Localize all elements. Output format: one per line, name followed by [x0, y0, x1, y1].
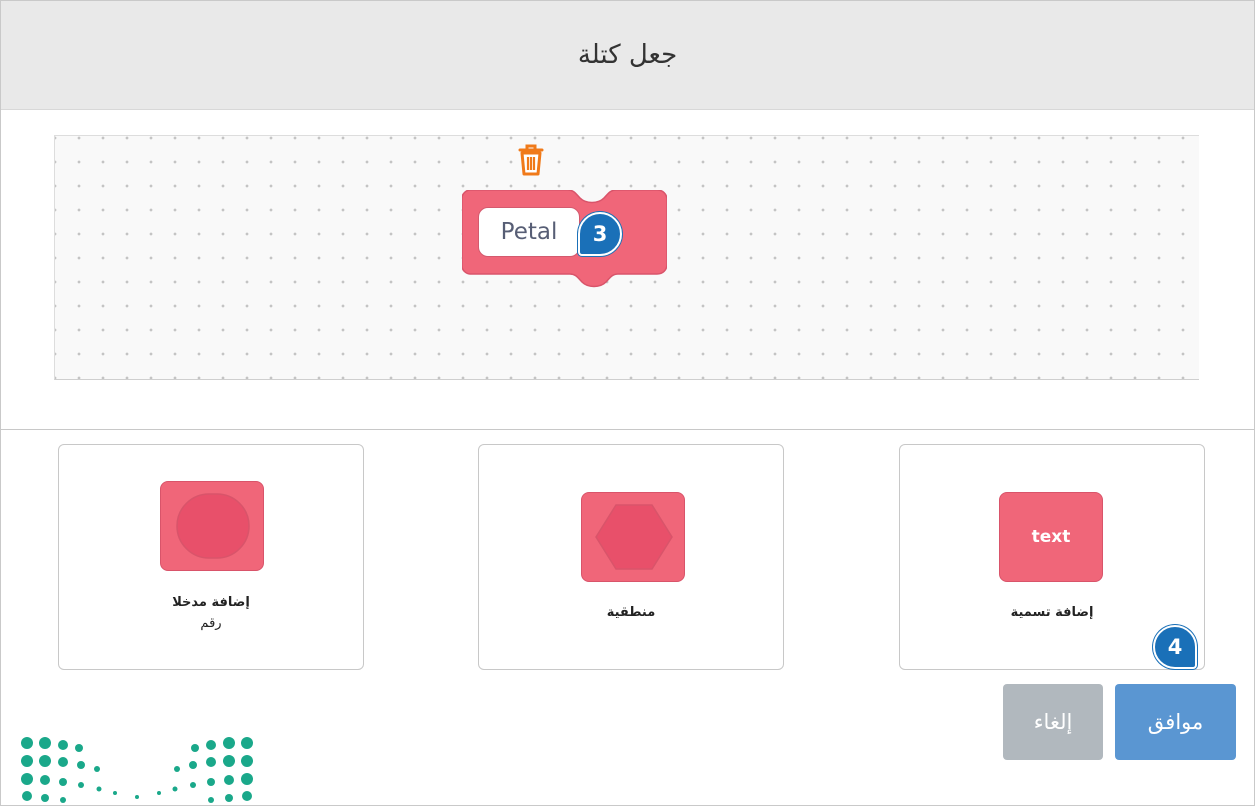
- number-input-caption: إضافة مدخلا: [172, 595, 250, 610]
- label-caption: إضافة تسمية: [1010, 605, 1094, 620]
- make-block-dialog: جعل كتلة Petal 3 إضافة مدخلا رقم منطقية …: [0, 0, 1255, 806]
- block-name-input[interactable]: Petal: [478, 207, 580, 257]
- add-boolean-input-option[interactable]: منطقية: [478, 444, 784, 670]
- label-chip-text: text: [1031, 527, 1071, 547]
- block-preview-workspace: Petal: [54, 135, 1199, 380]
- number-input-icon: [160, 481, 264, 571]
- label-icon: text: [999, 492, 1103, 582]
- dialog-title: جعل كتلة: [577, 40, 678, 70]
- ministry-logo: [21, 737, 253, 803]
- custom-block[interactable]: Petal: [462, 190, 667, 290]
- divider: [1, 429, 1254, 430]
- ok-button[interactable]: موافق: [1115, 684, 1236, 760]
- step-4-callout: 4: [1153, 625, 1197, 669]
- boolean-input-caption: منطقية: [606, 605, 656, 620]
- step-3-callout: 3: [578, 212, 622, 256]
- add-number-input-option[interactable]: إضافة مدخلا رقم: [58, 444, 364, 670]
- trash-icon[interactable]: [514, 142, 548, 178]
- cancel-button[interactable]: إلغاء: [1003, 684, 1103, 760]
- boolean-input-icon: [581, 492, 685, 582]
- dialog-header: جعل كتلة: [1, 1, 1254, 110]
- number-input-caption-sub: رقم: [200, 616, 222, 631]
